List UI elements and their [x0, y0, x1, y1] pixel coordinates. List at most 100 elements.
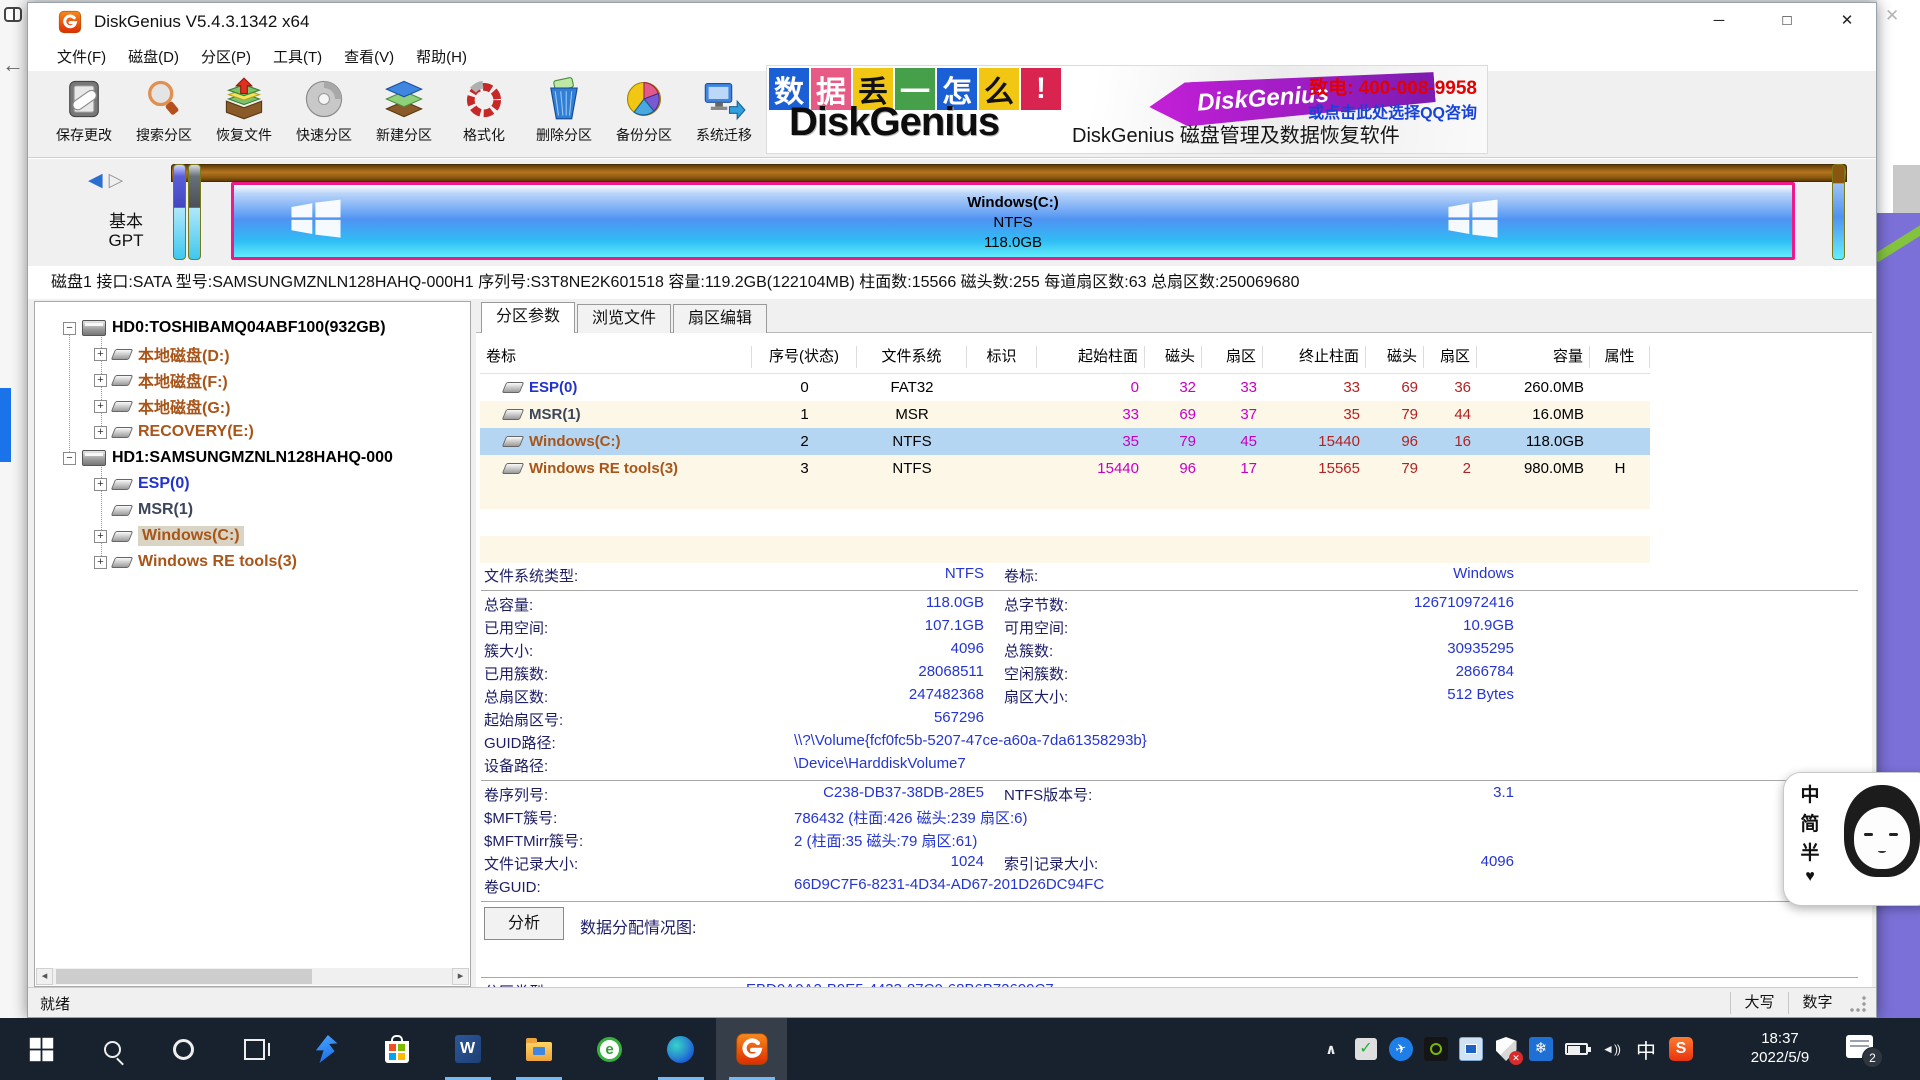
toolbar-button-快速分区[interactable]: 快速分区 — [284, 71, 364, 155]
taskbar-clock[interactable]: 18:37 2022/5/9 — [1738, 1029, 1822, 1067]
expand-icon[interactable]: + — [94, 530, 107, 543]
tree-item-本地磁盘(F:)[interactable]: +本地磁盘(F:) — [35, 367, 470, 393]
disk-nav-arrows[interactable]: ◀▷ — [88, 169, 129, 192]
scroll-left-icon[interactable]: ◂ — [36, 968, 53, 985]
column-header-扇区[interactable]: 扇区 — [1202, 346, 1263, 368]
menu-item-1[interactable]: 磁盘(D) — [117, 41, 190, 71]
toolbar-button-格式化[interactable]: 格式化 — [444, 71, 524, 155]
analyze-button[interactable]: 分析 — [484, 907, 564, 940]
next-disk-icon[interactable]: ▷ — [109, 170, 130, 191]
menu-item-3[interactable]: 工具(T) — [262, 41, 333, 71]
menu-item-5[interactable]: 帮助(H) — [405, 41, 478, 71]
partition-tree-panel[interactable]: −HD0:TOSHIBAMQ04ABF100(932GB)+本地磁盘(D:)+本… — [34, 301, 471, 987]
defender-icon[interactable]: ✕ — [1493, 1036, 1519, 1062]
partition-block-msr[interactable] — [188, 164, 201, 260]
table-row-MSR(1)[interactable]: MSR(1)1MSR33693735794416.0MB — [480, 401, 1650, 428]
taskbar-app-store[interactable] — [361, 1018, 432, 1080]
taskbar-app-browser-360[interactable]: e — [574, 1018, 645, 1080]
maximize-button[interactable]: □ — [1764, 3, 1810, 39]
ime-toggle-简[interactable]: 简 — [1797, 810, 1823, 839]
tree-item-Windows(C:)[interactable]: +Windows(C:) — [35, 523, 470, 549]
menu-item-0[interactable]: 文件(F) — [46, 41, 117, 71]
tree-item-ESP(0)[interactable]: +ESP(0) — [35, 471, 470, 497]
column-header-序号(状态)[interactable]: 序号(状态) — [752, 346, 857, 368]
taskbar-app-file-explorer[interactable] — [503, 1018, 574, 1080]
scroll-right-icon[interactable]: ▸ — [452, 968, 469, 985]
taskbar-app-word[interactable]: W — [432, 1018, 503, 1080]
tree-item-Windows RE tools(3)[interactable]: +Windows RE tools(3) — [35, 549, 470, 575]
column-header-终止柱面[interactable]: 终止柱面 — [1263, 346, 1366, 368]
ad-banner[interactable]: 数据丢一怎么! DiskGenius DiskGenius 致电: 400-00… — [766, 65, 1488, 154]
taskbar-app-flash-app[interactable] — [290, 1018, 361, 1080]
snowflake-app-icon[interactable]: ❄ — [1528, 1036, 1554, 1062]
partition-block-windows-c[interactable]: Windows(C:) NTFS 118.0GB — [231, 182, 1795, 260]
expand-icon[interactable]: + — [94, 426, 107, 439]
scrollbar-thumb[interactable] — [56, 969, 312, 984]
column-header-磁头[interactable]: 磁头 — [1145, 346, 1202, 368]
toolbar-button-搜索分区[interactable]: 搜索分区 — [124, 71, 204, 155]
partition-block-windows-re[interactable] — [1832, 164, 1845, 260]
expand-icon[interactable]: + — [94, 374, 107, 387]
tree-item-本地磁盘(G:)[interactable]: +本地磁盘(G:) — [35, 393, 470, 419]
column-header-扇区[interactable]: 扇区 — [1424, 346, 1477, 368]
action-center-button[interactable]: 2 — [1846, 1035, 1873, 1058]
ime-zh-icon[interactable]: 中 — [1633, 1036, 1659, 1062]
resize-grip[interactable] — [1846, 992, 1868, 1014]
table-row-Windows(C:)[interactable]: Windows(C:)2NTFS357945154409616118.0GB — [480, 428, 1650, 455]
taskbar-app-task-view[interactable] — [219, 1018, 290, 1080]
heart-icon[interactable]: ♥ — [1797, 868, 1823, 894]
expand-icon[interactable]: + — [94, 556, 107, 569]
ime-toggle-中[interactable]: 中 — [1797, 781, 1823, 810]
minimize-button[interactable]: ─ — [1696, 3, 1742, 39]
collapse-icon[interactable]: − — [63, 452, 76, 465]
sogou-icon[interactable]: S — [1668, 1036, 1694, 1062]
partition-block-esp[interactable] — [173, 164, 186, 260]
menu-item-4[interactable]: 查看(V) — [333, 41, 405, 71]
toolbar-button-系统迁移[interactable]: 系统迁移 — [684, 71, 764, 155]
column-header-容量[interactable]: 容量 — [1477, 346, 1590, 368]
tab-扇区编辑[interactable]: 扇区编辑 — [673, 304, 767, 333]
dingtalk-icon[interactable]: ✈ — [1388, 1036, 1414, 1062]
expand-icon[interactable]: + — [94, 478, 107, 491]
tab-浏览文件[interactable]: 浏览文件 — [577, 304, 671, 333]
tree-item-HD0:TOSHIBAMQ04ABF100(932GB)[interactable]: −HD0:TOSHIBAMQ04ABF100(932GB) — [35, 315, 470, 341]
toolbar-button-删除分区[interactable]: 删除分区 — [524, 71, 604, 155]
table-row-Windows RE tools(3)[interactable]: Windows RE tools(3)3NTFS1544096171556579… — [480, 455, 1650, 482]
column-header-起始柱面[interactable]: 起始柱面 — [1037, 346, 1145, 368]
volume-icon[interactable]: ◄)) — [1598, 1036, 1624, 1062]
table-row-ESP(0)[interactable]: ESP(0)0FAT3203233336936260.0MB — [480, 374, 1650, 401]
expand-icon[interactable]: + — [94, 348, 107, 361]
taskbar-app-start[interactable] — [6, 1018, 77, 1080]
taskbar-app-search[interactable] — [77, 1018, 148, 1080]
taskbar-app-cortana[interactable] — [148, 1018, 219, 1080]
tree-item-MSR(1)[interactable]: MSR(1) — [35, 497, 470, 523]
tree-horizontal-scrollbar[interactable]: ◂ ▸ — [36, 968, 469, 985]
tray-expand-icon[interactable]: ∧ — [1318, 1036, 1344, 1062]
ime-toggle-半[interactable]: 半 — [1797, 839, 1823, 868]
ime-status-popup[interactable]: 中简半♥ — [1783, 772, 1920, 906]
toolbar-button-保存更改[interactable]: 保存更改 — [44, 71, 124, 155]
nvidia-icon[interactable] — [1423, 1036, 1449, 1062]
close-button[interactable]: ✕ — [1824, 3, 1870, 39]
intel-graphics-icon[interactable] — [1458, 1036, 1484, 1062]
tree-item-本地磁盘(D:)[interactable]: +本地磁盘(D:) — [35, 341, 470, 367]
expand-icon[interactable]: + — [94, 400, 107, 413]
tree-item-HD1:SAMSUNGMZNLN128HAHQ-000[interactable]: −HD1:SAMSUNGMZNLN128HAHQ-000 — [35, 445, 470, 471]
tab-分区参数[interactable]: 分区参数 — [481, 302, 575, 333]
column-header-磁头[interactable]: 磁头 — [1366, 346, 1424, 368]
menu-item-2[interactable]: 分区(P) — [190, 41, 262, 71]
column-header-标识[interactable]: 标识 — [967, 346, 1037, 368]
title-bar[interactable]: DiskGenius V5.4.3.1342 x64 ─ □ ✕ — [28, 3, 1876, 41]
taskbar-app-edge[interactable] — [645, 1018, 716, 1080]
green-check-app-icon[interactable]: ✓ — [1353, 1036, 1379, 1062]
column-header-属性[interactable]: 属性 — [1590, 346, 1650, 368]
taskbar-app-diskgenius[interactable] — [716, 1018, 787, 1080]
prev-disk-icon[interactable]: ◀ — [88, 170, 109, 191]
toolbar-button-新建分区[interactable]: 新建分区 — [364, 71, 444, 155]
collapse-icon[interactable]: − — [63, 322, 76, 335]
partition-table[interactable]: 卷标序号(状态)文件系统标识起始柱面磁头扇区终止柱面磁头扇区容量属性ESP(0)… — [480, 341, 1650, 563]
toolbar-button-恢复文件[interactable]: 恢复文件 — [204, 71, 284, 155]
column-header-文件系统[interactable]: 文件系统 — [857, 346, 967, 368]
tree-item-RECOVERY(E:)[interactable]: +RECOVERY(E:) — [35, 419, 470, 445]
column-header-卷标[interactable]: 卷标 — [480, 346, 752, 368]
